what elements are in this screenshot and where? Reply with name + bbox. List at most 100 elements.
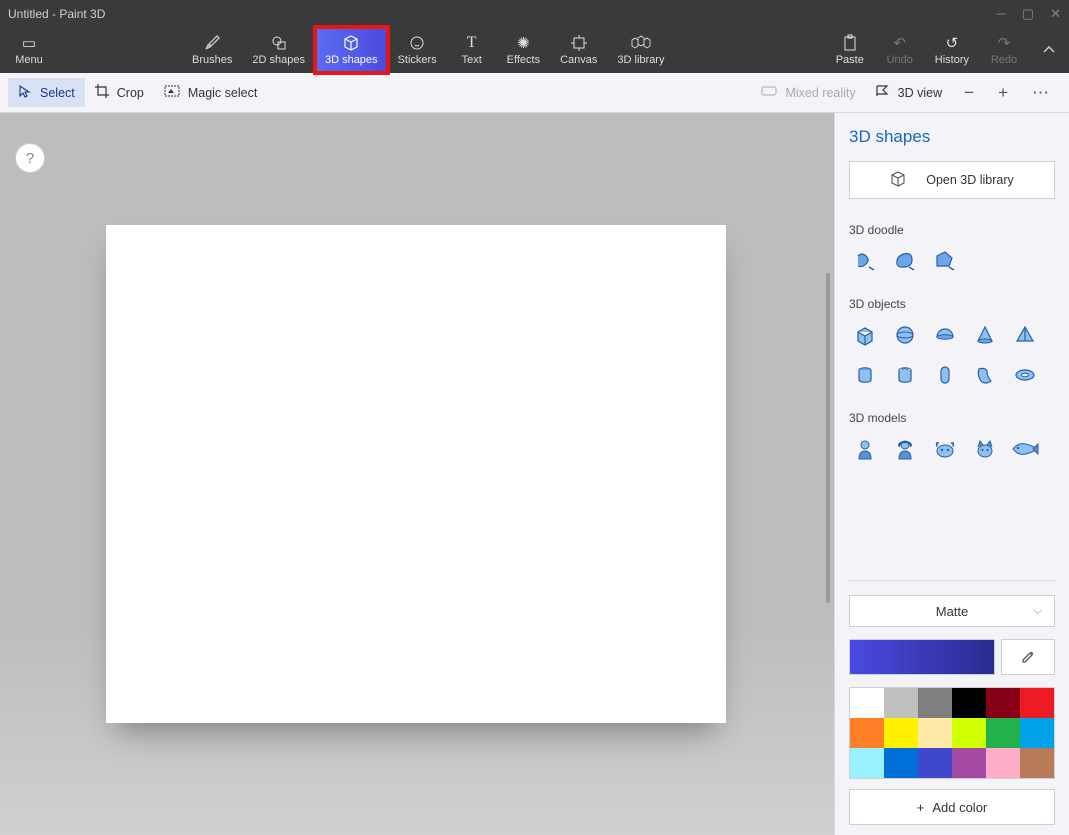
shape-sphere[interactable] bbox=[889, 319, 921, 351]
magic-select-tool[interactable]: Magic select bbox=[154, 79, 267, 106]
shape-hemisphere[interactable] bbox=[929, 319, 961, 351]
flag-icon bbox=[876, 85, 890, 100]
palette-color[interactable] bbox=[918, 748, 952, 778]
zoom-in-button[interactable]: + bbox=[986, 77, 1020, 109]
shape-man[interactable] bbox=[849, 433, 881, 465]
palette-color[interactable] bbox=[850, 688, 884, 718]
shape-cat[interactable] bbox=[969, 433, 1001, 465]
tab-3d-library[interactable]: 3D library bbox=[607, 27, 674, 73]
shape-cylinder[interactable] bbox=[849, 359, 881, 391]
history-icon: ↺ bbox=[946, 34, 959, 52]
3d-view-button[interactable]: 3D view bbox=[866, 79, 952, 106]
divider bbox=[849, 580, 1055, 581]
palette-color[interactable] bbox=[884, 718, 918, 748]
eyedropper-button[interactable] bbox=[1001, 639, 1055, 675]
section-3d-objects: 3D objects bbox=[849, 297, 1055, 311]
sub-toolbar: Select Crop Magic select Mixed reality 3… bbox=[0, 73, 1069, 113]
shape-cube[interactable] bbox=[849, 319, 881, 351]
palette-color[interactable] bbox=[952, 688, 986, 718]
library-icon bbox=[890, 171, 906, 190]
object-shapes-row bbox=[849, 319, 1055, 391]
minimize-button[interactable]: ─ bbox=[997, 6, 1006, 22]
tab-canvas[interactable]: Canvas bbox=[550, 27, 607, 73]
help-icon: ? bbox=[26, 150, 34, 167]
shape-curved-cylinder[interactable] bbox=[969, 359, 1001, 391]
tab-stickers[interactable]: Stickers bbox=[388, 27, 447, 73]
palette-color[interactable] bbox=[884, 688, 918, 718]
canvas-viewport[interactable]: ? bbox=[0, 113, 834, 835]
palette-color[interactable] bbox=[1020, 748, 1054, 778]
undo-button[interactable]: ↶ Undo bbox=[875, 27, 925, 73]
help-button[interactable]: ? bbox=[15, 143, 45, 173]
shape-tube-doodle[interactable] bbox=[849, 245, 881, 277]
tab-3d-shapes[interactable]: 3D shapes bbox=[315, 27, 388, 73]
panel-title: 3D shapes bbox=[849, 127, 1055, 147]
properties-panel: 3D shapes Open 3D library 3D doodle 3D o… bbox=[834, 113, 1069, 835]
scrollbar-vertical[interactable] bbox=[826, 273, 830, 603]
tab-brushes[interactable]: Brushes bbox=[182, 27, 242, 73]
palette-color[interactable] bbox=[918, 688, 952, 718]
crop-tool[interactable]: Crop bbox=[85, 78, 154, 107]
current-color-row bbox=[849, 639, 1055, 675]
plus-icon: + bbox=[917, 800, 925, 815]
paste-button[interactable]: Paste bbox=[825, 27, 875, 73]
select-tool[interactable]: Select bbox=[8, 78, 85, 107]
tab-2d-shapes[interactable]: 2D shapes bbox=[242, 27, 315, 73]
shape-cone[interactable] bbox=[969, 319, 1001, 351]
shape-fish[interactable] bbox=[1009, 433, 1041, 465]
palette-color[interactable] bbox=[850, 748, 884, 778]
sticker-icon bbox=[409, 34, 425, 52]
shape-woman[interactable] bbox=[889, 433, 921, 465]
open-3d-library-button[interactable]: Open 3D library bbox=[849, 161, 1055, 199]
palette-color[interactable] bbox=[986, 688, 1020, 718]
doodle-shapes-row bbox=[849, 245, 1055, 277]
mixed-reality-button[interactable]: Mixed reality bbox=[751, 79, 865, 106]
palette-color[interactable] bbox=[884, 748, 918, 778]
palette-color[interactable] bbox=[1020, 718, 1054, 748]
mixed-reality-icon bbox=[761, 85, 777, 100]
palette-color[interactable] bbox=[986, 718, 1020, 748]
workspace: ? 3D shapes Open 3D library 3D doodle 3D… bbox=[0, 113, 1069, 835]
redo-icon: ↷ bbox=[998, 34, 1011, 52]
collapse-ribbon-button[interactable] bbox=[1029, 27, 1069, 73]
shapes2d-icon bbox=[271, 34, 287, 52]
palette-color[interactable] bbox=[1020, 688, 1054, 718]
palette-color[interactable] bbox=[850, 718, 884, 748]
library-icon bbox=[632, 34, 650, 52]
tab-text[interactable]: T Text bbox=[447, 27, 497, 73]
title-bar: Untitled - Paint 3D ─ ▢ ✕ bbox=[0, 0, 1069, 27]
palette-color[interactable] bbox=[952, 748, 986, 778]
shape-pyramid[interactable] bbox=[1009, 319, 1041, 351]
palette-color[interactable] bbox=[918, 718, 952, 748]
redo-button[interactable]: ↷ Redo bbox=[979, 27, 1029, 73]
color-palette bbox=[849, 687, 1055, 779]
shape-capsule[interactable] bbox=[929, 359, 961, 391]
material-select[interactable]: Matte ⌵ bbox=[849, 595, 1055, 627]
add-color-button[interactable]: + Add color bbox=[849, 789, 1055, 825]
shape-donut[interactable] bbox=[1009, 359, 1041, 391]
chevron-down-icon: ⌵ bbox=[1034, 605, 1042, 618]
shape-soft-doodle[interactable] bbox=[889, 245, 921, 277]
paste-icon bbox=[843, 34, 857, 52]
shape-tube[interactable] bbox=[889, 359, 921, 391]
magic-select-icon bbox=[164, 85, 180, 100]
canvas[interactable] bbox=[106, 225, 726, 723]
shape-sharp-doodle[interactable] bbox=[929, 245, 961, 277]
more-options-button[interactable]: ⋯ bbox=[1020, 77, 1061, 109]
palette-color[interactable] bbox=[952, 718, 986, 748]
window-title: Untitled - Paint 3D bbox=[8, 7, 105, 21]
tab-effects[interactable]: ✺ Effects bbox=[497, 27, 550, 73]
menu-button[interactable]: ▭ Menu bbox=[4, 27, 54, 73]
palette-color[interactable] bbox=[986, 748, 1020, 778]
current-color-swatch[interactable] bbox=[849, 639, 995, 675]
maximize-button[interactable]: ▢ bbox=[1022, 6, 1034, 22]
undo-icon: ↶ bbox=[893, 34, 906, 52]
window-controls: ─ ▢ ✕ bbox=[997, 6, 1061, 22]
close-button[interactable]: ✕ bbox=[1050, 6, 1061, 22]
zoom-out-button[interactable]: − bbox=[952, 77, 986, 109]
crop-icon bbox=[95, 84, 109, 101]
shape-dog[interactable] bbox=[929, 433, 961, 465]
effects-icon: ✺ bbox=[517, 34, 530, 52]
history-button[interactable]: ↺ History bbox=[925, 27, 979, 73]
chevron-up-icon bbox=[1042, 43, 1056, 57]
